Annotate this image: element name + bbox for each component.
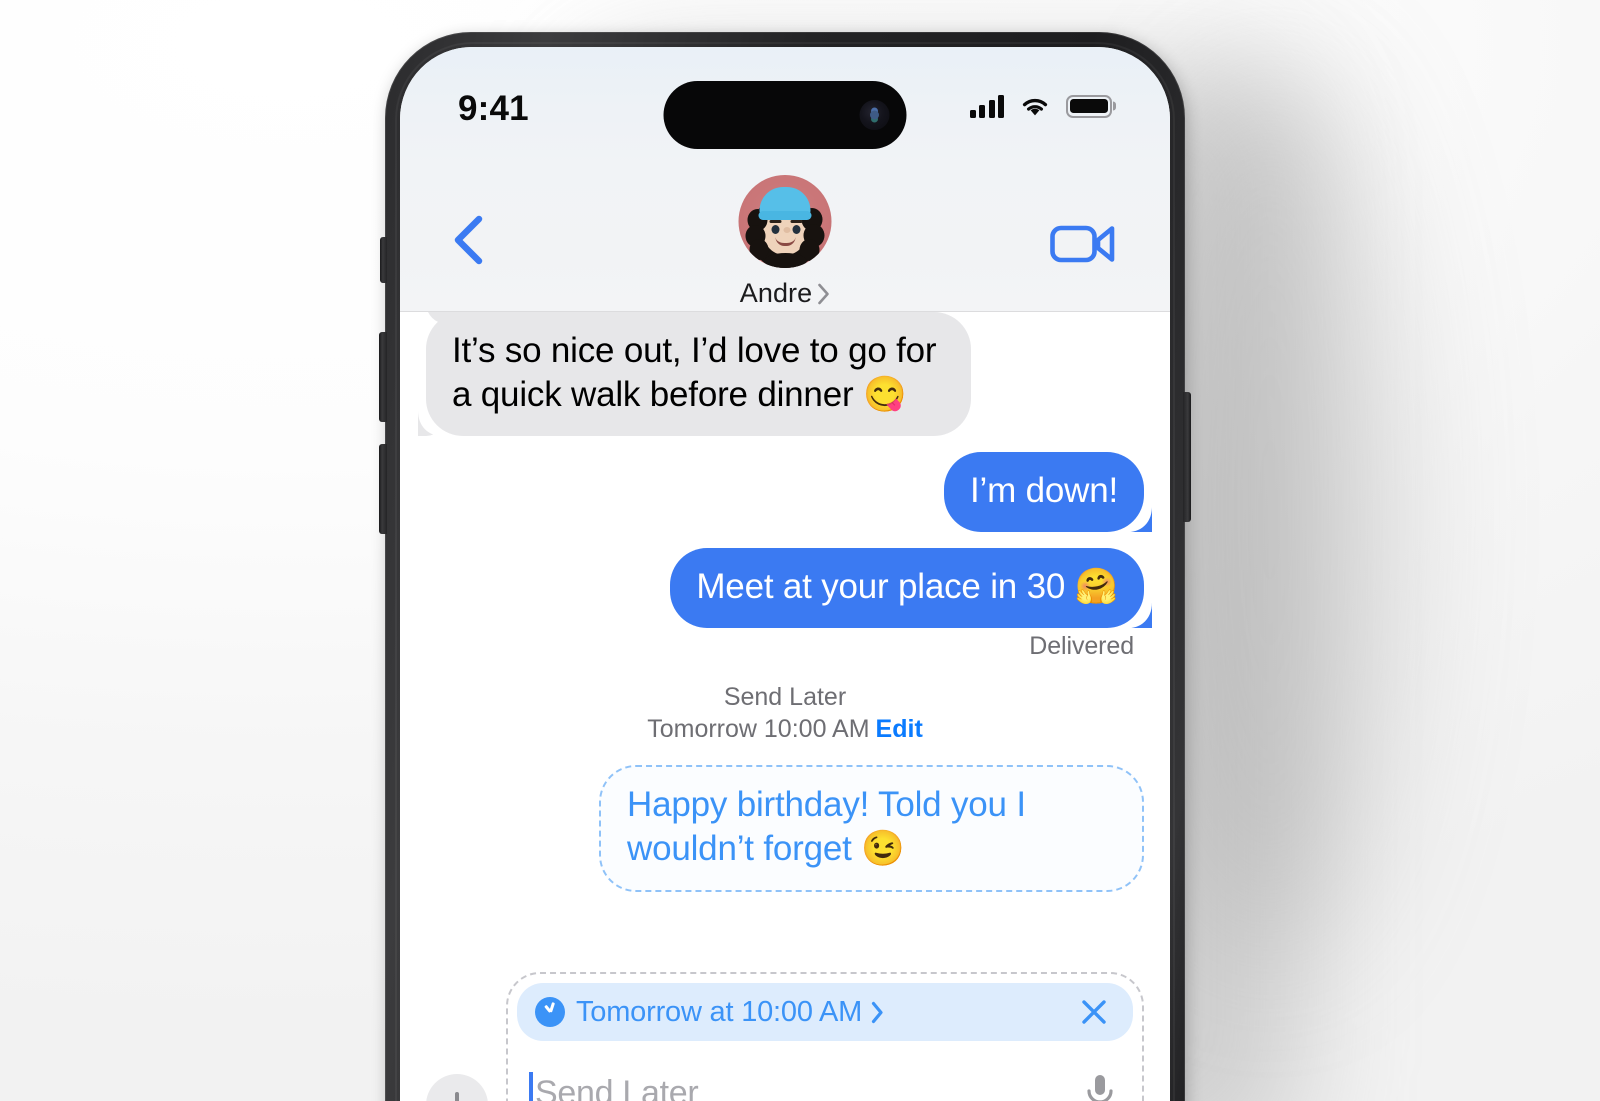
message-row: I’m down!: [426, 452, 1144, 533]
front-camera-icon: [859, 100, 890, 130]
silent-switch[interactable]: [380, 237, 387, 283]
close-x-icon[interactable]: [1077, 995, 1111, 1029]
composer-input-container[interactable]: Tomorrow at 10:00 AM Send Later: [506, 972, 1144, 1101]
wifi-icon: [1022, 98, 1048, 115]
text-cursor: [529, 1072, 533, 1101]
schedule-chip[interactable]: Tomorrow at 10:00 AM: [517, 983, 1133, 1041]
contact-header[interactable]: Andre: [738, 175, 832, 309]
contact-name: Andre: [739, 278, 813, 308]
message-bubble-scheduled[interactable]: Happy birthday! Told you I wouldn’t forg…: [599, 765, 1144, 892]
message-bubble-incoming[interactable]: It’s so nice out, I’d love to go for a q…: [426, 312, 971, 437]
message-thread[interactable]: It’s so nice out, I’d love to go for a q…: [400, 312, 1170, 1024]
phone-screen: 9:41 Andre It’s so nice out, I’d love to…: [400, 47, 1170, 1101]
avatar: [738, 175, 832, 268]
chevron-right-icon: [817, 283, 829, 304]
chevron-right-icon: [872, 1001, 883, 1023]
send-later-title: Send Later: [723, 683, 847, 712]
contact-name-row[interactable]: Andre: [740, 278, 831, 309]
status-indicators: [969, 89, 1112, 118]
add-attachment-button[interactable]: [426, 1074, 488, 1101]
volume-up-button[interactable]: [379, 332, 387, 422]
delivered-status: Delivered: [1029, 632, 1134, 661]
chevron-left-icon: [454, 215, 483, 265]
message-row: Meet at your place in 30 🤗: [426, 548, 1144, 629]
message-row: Happy birthday! Told you I wouldn’t forg…: [426, 765, 1144, 892]
schedule-chip-label: Tomorrow at 10:00 AM: [576, 995, 863, 1028]
message-input-row[interactable]: Send Later: [517, 1041, 1133, 1101]
send-later-time: Tomorrow 10:00 AM: [647, 715, 870, 744]
conversation-nav-bar: Andre: [400, 165, 1170, 312]
send-later-when-row: Tomorrow 10:00 AM Edit: [647, 715, 923, 743]
volume-down-button[interactable]: [379, 444, 387, 534]
back-button[interactable]: [448, 213, 492, 267]
status-time: 9:41: [458, 89, 529, 128]
message-bubble-outgoing[interactable]: I’m down!: [944, 452, 1144, 533]
power-button[interactable]: [1183, 392, 1191, 522]
facetime-button[interactable]: [1050, 223, 1116, 270]
plus-icon: [455, 1092, 459, 1101]
message-composer: Tomorrow at 10:00 AM Send Later: [400, 972, 1170, 1101]
message-input[interactable]: Send Later: [535, 1074, 1083, 1101]
message-row: It’s so nice out, I’d love to go for a q…: [426, 312, 1144, 437]
battery-full-icon: [1066, 94, 1112, 118]
microphone-icon[interactable]: [1083, 1071, 1117, 1101]
send-later-header: Send Later Tomorrow 10:00 AM Edit: [426, 681, 1144, 745]
dynamic-island[interactable]: [663, 81, 907, 149]
video-camera-icon: [1050, 225, 1115, 263]
signal-bars-icon: [969, 94, 1004, 118]
iphone-device-frame: 9:41 Andre It’s so nice out, I’d love to…: [379, 32, 1191, 1101]
clock-icon: [535, 997, 565, 1027]
send-later-edit-button[interactable]: Edit: [876, 715, 923, 743]
status-bar: 9:41: [400, 47, 1170, 165]
message-bubble-outgoing[interactable]: Meet at your place in 30 🤗: [670, 548, 1144, 629]
